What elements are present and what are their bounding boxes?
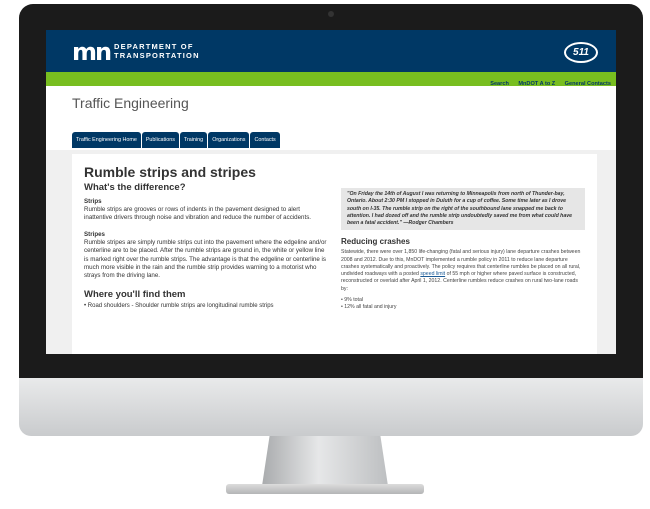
tab-contacts[interactable]: Contacts	[250, 132, 280, 148]
list-item: • Road shoulders - Shoulder rumble strip…	[84, 302, 274, 309]
tab-training[interactable]: Training	[179, 132, 208, 148]
strips-text: Rumble strips are grooves or rows of ind…	[84, 206, 312, 222]
site-header: mn DEPARTMENT OF TRANSPORTATION 511	[46, 30, 616, 72]
utility-nav: Search MnDOT A to Z General Contacts	[46, 72, 616, 87]
tab-publications[interactable]: Publications	[141, 132, 179, 148]
tab-home[interactable]: Traffic Engineering Home	[72, 132, 141, 148]
speed-limit-link[interactable]: speed limit	[420, 271, 445, 277]
department-name: DEPARTMENT OF TRANSPORTATION	[114, 42, 200, 60]
main-column: Rumble strips and stripes What's the dif…	[84, 164, 328, 310]
article-subtitle: What's the difference?	[84, 182, 186, 193]
monitor-chin	[19, 378, 643, 436]
monitor-base	[226, 484, 424, 494]
title-band: Traffic Engineering Traffic Engineering …	[46, 86, 616, 150]
badge-511[interactable]: 511	[564, 42, 598, 63]
strips-heading: Strips	[84, 198, 102, 205]
content-panel: Rumble strips and stripes What's the dif…	[72, 154, 597, 354]
dept-line-2: TRANSPORTATION	[114, 50, 200, 60]
page-title: Traffic Engineering	[72, 95, 189, 111]
bullet-text: 9% total	[344, 296, 364, 303]
screen: mn DEPARTMENT OF TRANSPORTATION 511 Sear…	[46, 30, 616, 354]
tab-bar: Traffic Engineering Home Publications Tr…	[72, 132, 281, 148]
camera-icon	[328, 11, 334, 17]
sidebar-column: "On Friday the 14th of August I was retu…	[341, 188, 585, 311]
bullet-text: 12% all fatal and injury	[344, 303, 397, 310]
list-item: • 12% all fatal and injury	[341, 303, 397, 310]
list-item: • 9% total	[341, 296, 364, 303]
testimonial-quote: "On Friday the 14th of August I was retu…	[341, 188, 585, 231]
where-heading: Where you'll find them	[84, 288, 186, 300]
reducing-heading: Reducing crashes	[341, 237, 410, 247]
stripes-text: Rumble stripes are simply rumble strips …	[84, 238, 327, 280]
stripes-heading: Stripes	[84, 230, 105, 238]
mndot-logo[interactable]: mn	[72, 40, 112, 64]
reducing-text: Statewide, there were over 1,850 life-ch…	[341, 249, 585, 292]
tab-organizations[interactable]: Organizations	[208, 132, 250, 148]
article-title: Rumble strips and stripes	[84, 164, 256, 180]
where-item-text: Road shoulders - Shoulder rumble strips …	[87, 302, 274, 309]
monitor-stand	[262, 436, 388, 486]
